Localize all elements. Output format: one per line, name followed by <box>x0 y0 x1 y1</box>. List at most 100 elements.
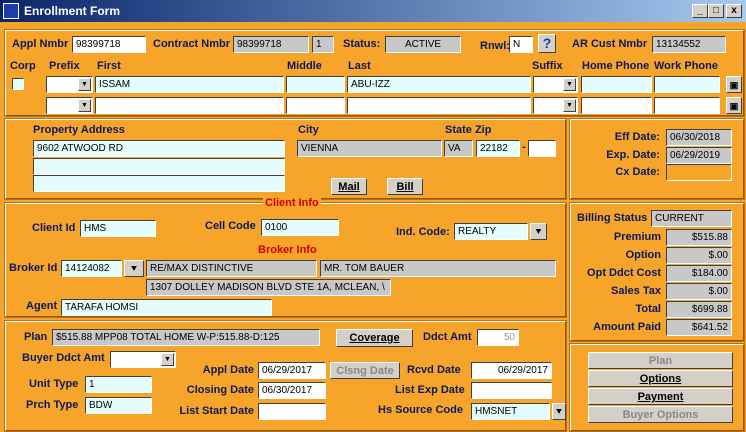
mail-button-label: Mail <box>338 181 360 193</box>
address-line-2[interactable] <box>33 158 285 175</box>
hs-source-code-field[interactable]: HMSNET <box>471 403 550 420</box>
client-id-field[interactable]: HMS <box>80 220 156 237</box>
option-label: Option <box>625 249 661 261</box>
coverage-button-label: Coverage <box>349 332 400 344</box>
close-button[interactable]: x <box>726 4 742 18</box>
suffix-select-2[interactable]: ▼ <box>533 97 578 114</box>
state-zip-label: State Zip <box>445 124 492 136</box>
prch-type-field[interactable]: BDW <box>85 397 152 414</box>
hs-source-code-label: Hs Source Code <box>378 404 463 416</box>
middle-label: Middle <box>287 60 322 72</box>
chevron-down-icon[interactable]: ▼ <box>78 78 91 91</box>
ind-code-dropdown-button[interactable]: ⯆ <box>530 223 547 240</box>
state-field: VA <box>444 140 473 157</box>
cell-code-label: Cell Code <box>205 220 256 232</box>
middle-name-field-2[interactable] <box>286 97 345 114</box>
chevron-down-icon[interactable]: ▼ <box>78 99 91 112</box>
corp-checkbox[interactable] <box>12 78 24 90</box>
exp-date-field: 06/29/2019 <box>666 147 732 164</box>
list-exp-date-field[interactable] <box>471 382 552 399</box>
unit-type-field[interactable]: 1 <box>85 376 152 393</box>
eff-date-field: 06/30/2018 <box>666 129 732 146</box>
bill-button[interactable]: Bill <box>387 178 423 195</box>
plan-button[interactable]: Plan <box>588 352 733 369</box>
zip-dash: - <box>522 141 526 153</box>
appl-date-field[interactable]: 06/29/2017 <box>258 362 326 379</box>
phone-book-icon[interactable]: ▣ <box>726 76 742 93</box>
broker-contact-field: MR. TOM BAUER <box>320 260 556 277</box>
broker-lookup-button[interactable]: ⯆ <box>124 260 144 277</box>
agent-field[interactable]: TARAFA HOMSI <box>61 299 272 316</box>
client-info-heading: Client Info <box>263 197 321 209</box>
title-bar: Enrollment Form _ □ x <box>0 0 746 22</box>
home-phone-field-1[interactable] <box>581 76 652 93</box>
status-label: Status: <box>343 38 381 50</box>
ddct-amt-label: Ddct Amt <box>423 331 472 343</box>
prefix-select-2[interactable]: ▼ <box>46 97 93 114</box>
city-field: VIENNA <box>297 140 442 157</box>
ind-code-label: Ind. Code: <box>396 226 450 238</box>
coverage-button[interactable]: Coverage <box>336 329 413 347</box>
last-label: Last <box>348 60 371 72</box>
chevron-down-icon[interactable]: ▼ <box>563 78 576 91</box>
phone-book-icon[interactable]: ▣ <box>726 97 742 114</box>
home-phone-field-2[interactable] <box>581 97 652 114</box>
chevron-down-icon[interactable]: ▼ <box>563 99 576 112</box>
last-name-field-1[interactable]: ABU-IZZ <box>347 76 531 93</box>
maximize-button[interactable]: □ <box>708 4 724 18</box>
premium-label: Premium <box>613 231 661 243</box>
mail-button[interactable]: Mail <box>331 178 367 195</box>
status-field: ACTIVE <box>385 36 461 53</box>
buyer-ddct-amt-label: Buyer Ddct Amt <box>22 352 105 364</box>
clsng-date-button[interactable]: Clsng Date <box>330 362 400 379</box>
ind-code-field[interactable]: REALTY <box>454 223 528 240</box>
contract-nmbr-label: Contract Nmbr <box>153 38 231 50</box>
contract-seq-field: 1 <box>312 36 334 53</box>
options-button[interactable]: Options <box>588 370 733 387</box>
closing-date-field[interactable]: 06/30/2017 <box>258 382 326 399</box>
help-button[interactable]: ? <box>538 34 556 53</box>
closing-date-label: Closing Date <box>186 384 254 396</box>
minimize-button[interactable]: _ <box>692 4 708 18</box>
middle-name-field-1[interactable] <box>286 76 345 93</box>
billing-status-label: Billing Status <box>577 212 648 224</box>
list-start-date-label: List Start Date <box>179 405 254 417</box>
chevron-down-icon[interactable]: ▼ <box>161 353 174 366</box>
payment-button[interactable]: Payment <box>588 388 733 405</box>
corp-label: Corp <box>10 60 36 72</box>
last-name-field-2[interactable] <box>347 97 531 114</box>
rnwl-field[interactable]: N <box>509 36 533 53</box>
prefix-select-1[interactable]: ▼ <box>46 76 93 93</box>
cell-code-field[interactable]: 0100 <box>261 219 339 236</box>
appl-nmbr-field[interactable]: 98399718 <box>72 36 146 53</box>
work-phone-field-1[interactable] <box>654 76 720 93</box>
work-phone-field-2[interactable] <box>654 97 720 114</box>
city-label: City <box>298 124 319 136</box>
contract-nmbr-field: 98399718 <box>233 36 309 53</box>
window-title: Enrollment Form <box>24 4 121 18</box>
first-name-field-1[interactable]: ISSAM <box>95 76 284 93</box>
broker-id-field[interactable]: 14124082 <box>61 260 122 277</box>
first-name-field-2[interactable] <box>95 97 284 114</box>
options-button-label: Options <box>639 373 682 385</box>
billing-status-field: CURRENT <box>651 210 732 227</box>
suffix-select-1[interactable]: ▼ <box>533 76 578 93</box>
exp-date-label: Exp. Date: <box>606 149 660 161</box>
zip-field[interactable]: 22182 <box>476 140 520 157</box>
total-label: Total <box>635 303 661 315</box>
unit-type-label: Unit Type <box>29 378 79 390</box>
address-line-3[interactable] <box>33 175 285 192</box>
sales-tax-label: Sales Tax <box>611 285 661 297</box>
property-address-label: Property Address <box>33 124 125 136</box>
zip4-field[interactable] <box>528 140 556 157</box>
prch-type-label: Prch Type <box>26 399 79 411</box>
cx-date-field <box>666 164 732 181</box>
broker-info-heading: Broker Info <box>256 244 319 256</box>
bill-button-label: Bill <box>396 181 414 193</box>
list-start-date-field[interactable] <box>258 403 326 420</box>
address-line-1[interactable]: 9602 ATWOOD RD <box>33 140 285 157</box>
rcvd-date-field[interactable]: 06/29/2017 <box>471 362 552 379</box>
buyer-options-button[interactable]: Buyer Options <box>588 406 733 423</box>
hs-source-dropdown-button[interactable]: ⯆ <box>552 403 566 420</box>
buyer-ddct-amt-select[interactable]: ▼ <box>110 351 176 368</box>
